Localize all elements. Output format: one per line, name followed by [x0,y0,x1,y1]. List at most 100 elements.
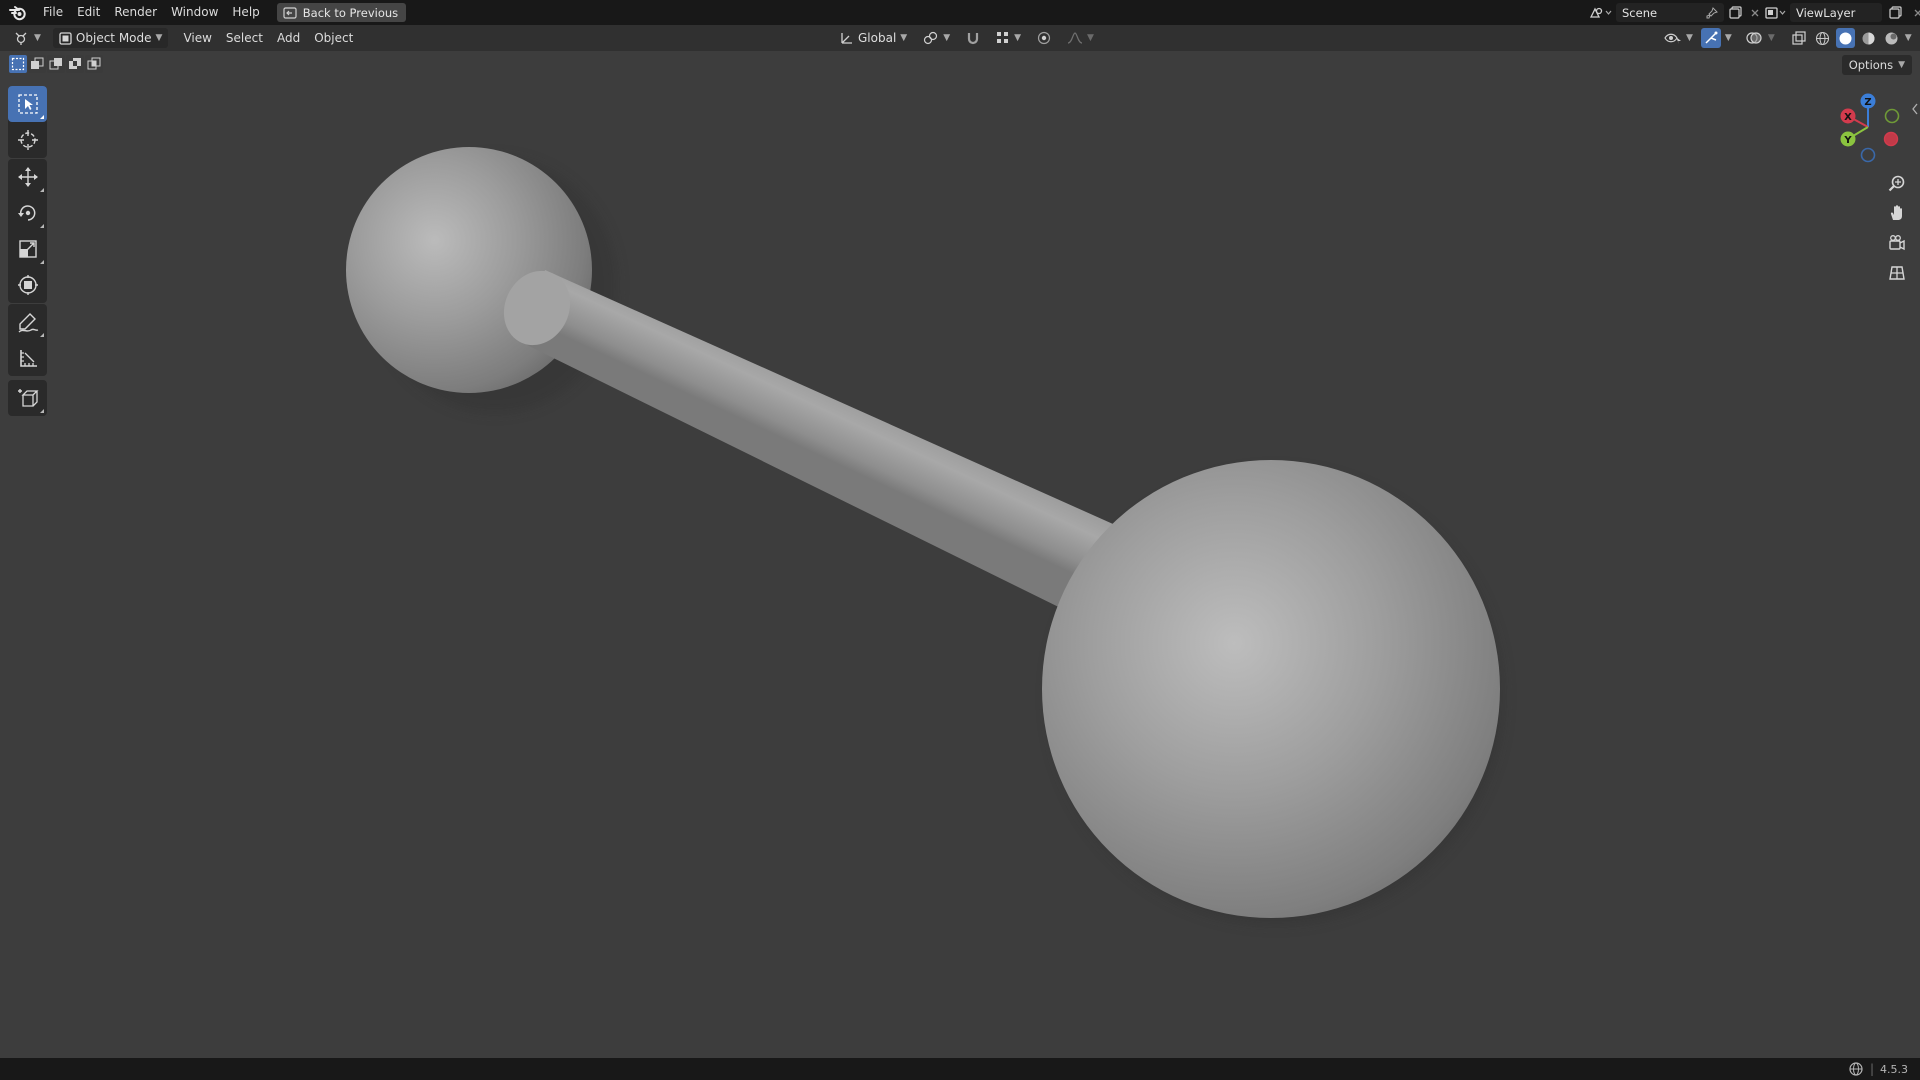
proportional-falloff-dropdown[interactable]: ▼ [1063,28,1098,48]
transform-orientation-dropdown[interactable]: Global ▼ [836,28,911,48]
view-layer-name-field[interactable]: ViewLayer [1790,3,1882,22]
snap-magnet-icon [968,33,979,45]
zoom-view-button[interactable] [1885,171,1909,195]
gizmo-y-handle[interactable]: Y [1840,131,1856,147]
material-preview-button[interactable] [1859,28,1878,48]
camera-view-button[interactable] [1885,231,1909,255]
gizmo-dropdown-icon[interactable]: ▼ [1725,33,1732,43]
xray-icon [1792,31,1806,45]
eye-pointer-icon [1664,33,1681,44]
solid-sphere-icon [1839,32,1852,44]
menu-window[interactable]: Window [164,0,225,25]
3d-cursor-icon [17,130,38,150]
wireframe-sphere-icon [1815,31,1829,45]
header-menu-view[interactable]: View [176,25,218,51]
toolbar-group-select [8,86,47,158]
3d-viewport-icon [15,32,27,45]
selection-mode-group [9,55,103,73]
gizmo-neg-y-handle[interactable] [1884,108,1900,124]
object-mode-dropdown[interactable]: Object Mode ▼ [52,28,169,48]
new-view-layer-icon[interactable] [1882,6,1908,19]
header-menu-object[interactable]: Object [307,25,360,51]
solid-shading-button[interactable] [1835,28,1855,48]
gizmo-toggle[interactable] [1700,28,1721,48]
gizmo-neg-z-handle[interactable] [1860,147,1876,163]
snap-increment-icon [997,32,1009,43]
select-subtract-button[interactable] [47,55,65,73]
overlays-toggle[interactable] [1744,28,1764,48]
scene-name-field[interactable]: Scene [1616,3,1724,22]
view-layer-browse-icon[interactable] [1762,6,1790,20]
snap-target-dropdown[interactable]: ▼ [992,28,1025,48]
menu-render[interactable]: Render [107,0,164,25]
back-to-previous-button[interactable]: Back to Previous [276,3,407,22]
transform-orientation-label: Global [858,31,897,45]
falloff-curve-icon [1067,32,1083,44]
transform-icon [17,275,38,295]
pivot-point-dropdown[interactable]: ▼ [919,28,954,48]
blender-version: 4.5.3 [1880,1062,1908,1076]
window-back-icon [283,6,297,19]
object-mode-label: Object Mode [75,31,152,45]
view-layer-name: ViewLayer [1796,5,1856,20]
sidebar-toggle-icon[interactable] [1910,102,1920,116]
select-intersect-button[interactable] [85,55,103,73]
tool-select-box[interactable] [8,86,47,122]
editor-type-dropdown[interactable]: ▼ [10,28,45,48]
rendered-shading-button[interactable] [1882,28,1901,48]
hand-pan-icon [1890,205,1902,220]
menu-help[interactable]: Help [225,0,266,25]
gizmo-x-handle[interactable]: X [1840,108,1856,124]
select-new-button[interactable] [9,55,27,73]
selectability-visibility-dropdown[interactable]: ▼ [1660,28,1697,48]
select-invert-icon [69,58,81,69]
status-divider: | [1869,1062,1874,1076]
select-new-icon [11,57,25,71]
back-to-previous-label: Back to Previous [302,5,399,20]
wireframe-shading-button[interactable] [1813,28,1832,48]
pin-icon[interactable] [1706,6,1718,19]
new-scene-icon[interactable] [1724,6,1746,19]
proportional-editing-toggle[interactable] [1033,28,1055,48]
overlays-dropdown-icon[interactable]: ▼ [1768,33,1775,43]
ortho-grid-icon [1889,266,1905,280]
blender-logo-icon[interactable] [0,0,36,25]
options-dropdown[interactable]: Options ▼ [1841,55,1912,75]
header-menu-add[interactable]: Add [270,25,307,51]
perspective-toggle-button[interactable] [1885,261,1909,285]
tool-cursor[interactable] [8,122,47,158]
options-label: Options [1848,58,1894,72]
tool-measure[interactable] [8,340,47,376]
menu-edit[interactable]: Edit [70,0,107,25]
tool-move[interactable] [8,159,47,195]
select-extend-button[interactable] [28,55,46,73]
shading-dropdown-icon[interactable]: ▼ [1905,33,1912,43]
select-box-icon [17,94,38,114]
rotate-icon [17,205,35,221]
tool-annotate[interactable] [8,304,47,340]
header-menu-select[interactable]: Select [219,25,270,51]
menu-file[interactable]: File [36,0,70,25]
select-invert-button[interactable] [66,55,84,73]
gizmo-neg-x-handle[interactable] [1883,131,1899,147]
navigation-gizmo[interactable]: Z X Y [1830,89,1906,165]
proportional-editing-icon [1037,31,1051,45]
scale-icon [18,240,37,258]
tool-rotate[interactable] [8,195,47,231]
gizmo-z-handle[interactable]: Z [1860,93,1876,109]
large-sphere[interactable] [1042,460,1500,918]
delete-view-layer-icon[interactable] [1908,8,1920,18]
tool-scale[interactable] [8,231,47,267]
toolbar-group-transform [8,159,47,303]
toolbar-group-add [8,380,47,416]
pan-view-button[interactable] [1885,201,1909,225]
pivot-point-icon [924,31,938,45]
svg-text:Z: Z [1864,97,1871,108]
tool-transform[interactable] [8,267,47,303]
scene-browse-icon[interactable] [1586,6,1616,20]
viewport-canvas[interactable] [0,0,1920,1080]
xray-toggle[interactable] [1789,28,1809,48]
connecting-rod[interactable] [492,260,1113,620]
tool-add-cube[interactable] [8,380,47,416]
snap-toggle[interactable] [962,28,984,48]
